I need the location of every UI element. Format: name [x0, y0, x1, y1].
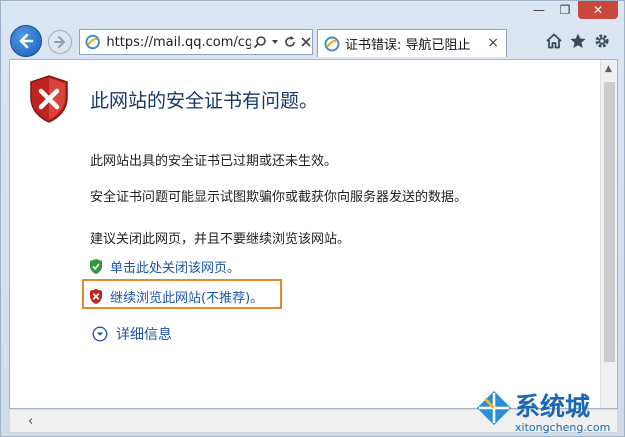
minimize-button[interactable]: — [526, 1, 552, 19]
error-shield-icon [30, 75, 68, 123]
browser-tools [545, 32, 611, 50]
watermark-subtitle: xitongcheng.com [515, 421, 611, 434]
recommendation-message: 建议关闭此网页，并且不要继续浏览该网站。 [90, 232, 351, 247]
continue-link-text[interactable]: 继续浏览此网站(不推荐)。 [110, 287, 263, 306]
refresh-icon[interactable] [283, 35, 297, 49]
scroll-up-icon[interactable]: ▲ [605, 64, 612, 74]
red-shield-x-icon [90, 289, 102, 304]
watermark-logo: 系统城 xitongcheng.com [475, 379, 625, 437]
page-content: 此网站的安全证书有问题。 此网站出具的安全证书已过期或还未生效。 安全证书问题可… [9, 59, 618, 409]
dropdown-icon[interactable] [270, 37, 280, 47]
browser-window: — ❐ ✕ https://mail.qq.com/cgi-bi [0, 0, 625, 437]
continue-website-link[interactable]: 继续浏览此网站(不推荐)。 [88, 287, 263, 306]
windows-logo-icon [477, 391, 511, 425]
search-icon[interactable] [253, 35, 267, 49]
green-shield-check-icon [90, 259, 102, 274]
watermark-title: 系统城 [515, 392, 591, 421]
chevron-down-circle-icon [92, 326, 108, 342]
favorites-star-icon[interactable] [569, 32, 587, 50]
restore-button[interactable]: ❐ [552, 1, 578, 19]
stop-icon[interactable] [300, 36, 312, 48]
vertical-scrollbar[interactable]: ▲ [600, 60, 617, 408]
more-info-toggle[interactable]: 详细信息 [92, 324, 172, 344]
page-title: 此网站的安全证书有问题。 [90, 90, 319, 112]
address-tools [253, 35, 312, 49]
qq-mail-favicon [85, 34, 100, 50]
address-url[interactable]: https://mail.qq.com/cgi-bi [106, 35, 251, 50]
tab-close-icon[interactable]: × [487, 35, 499, 51]
back-arrow-icon [19, 33, 34, 49]
tab-certificate-error[interactable]: 证书错误: 导航已阻止 × [317, 29, 507, 57]
close-page-link[interactable]: 单击此处关闭该网页。 [88, 257, 240, 276]
forward-arrow-icon [54, 36, 65, 48]
tools-gear-icon[interactable] [593, 32, 611, 50]
more-info-label[interactable]: 详细信息 [116, 324, 172, 344]
qq-mail-favicon [324, 36, 340, 51]
address-bar[interactable]: https://mail.qq.com/cgi-bi [79, 29, 313, 55]
tab-title: 证书错误: 导航已阻止 [345, 38, 471, 53]
vertical-scroll-thumb[interactable] [604, 82, 615, 362]
caption-buttons: — ❐ ✕ [526, 1, 618, 19]
forward-button[interactable] [48, 30, 72, 54]
home-icon[interactable] [545, 32, 563, 50]
close-page-link-text[interactable]: 单击此处关闭该网页。 [110, 257, 240, 276]
close-window-button[interactable]: ✕ [578, 1, 618, 19]
risk-message: 安全证书问题可能显示试图欺骗你或截获你向服务器发送的数据。 [90, 190, 468, 205]
navigation-bar: https://mail.qq.com/cgi-bi [1, 23, 625, 59]
back-button[interactable] [10, 25, 42, 57]
scroll-left-icon[interactable]: ‹ [28, 414, 33, 429]
expired-message: 此网站出具的安全证书已过期或还未生效。 [90, 154, 338, 169]
